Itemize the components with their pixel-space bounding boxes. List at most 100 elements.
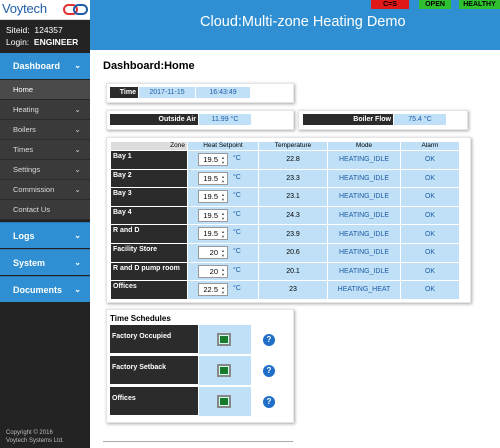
setpoint-stepper[interactable]: 22.5 ▲ ▼ (198, 283, 228, 297)
status-badge-ces[interactable]: C=S (371, 0, 409, 9)
schedule-toggle-factory-occupied[interactable] (217, 333, 231, 346)
setpoint-unit: °C (233, 173, 241, 181)
help-icon[interactable]: ? (263, 365, 275, 377)
sidebar-item-home[interactable]: Home (0, 80, 90, 100)
setpoint-cell: 19.5 ▲ ▼ °C (188, 169, 258, 188)
nav-system[interactable]: System ⌄ (0, 249, 90, 275)
temperature-value: 22.8 (259, 151, 327, 169)
setpoint-value: 19.5 (203, 229, 218, 239)
alarm-value: OK (401, 281, 459, 299)
sidebar-item-label: Heating (13, 105, 39, 114)
schedule-toggle-factory-setback[interactable] (217, 364, 231, 377)
mode-value: HEATING_HEAT (328, 281, 400, 299)
nav-dashboard[interactable]: Dashboard ⌄ (0, 53, 90, 79)
schedule-label-offices: Offices (110, 387, 198, 415)
setpoint-stepper[interactable]: 20 ▲ ▼ (198, 245, 228, 259)
schedule-toggle-offices[interactable] (217, 395, 231, 408)
stepper-arrows-icon[interactable]: ▲ ▼ (220, 211, 226, 221)
stepper-arrows-icon[interactable]: ▲ ▼ (220, 155, 226, 165)
stepper-arrows-icon[interactable]: ▲ ▼ (220, 229, 226, 239)
setpoint-stepper[interactable]: 19.5 ▲ ▼ (198, 171, 228, 185)
temperature-value: 24.3 (259, 206, 327, 225)
stepper-arrows-icon[interactable]: ▲ ▼ (220, 174, 226, 184)
sidebar-item-boilers[interactable]: Boilers ⌄ (0, 120, 90, 140)
sidebar-item-commission[interactable]: Commission ⌄ (0, 180, 90, 200)
chevron-down-icon: ⌄ (74, 258, 81, 267)
header-setpoint: Heat Setpoint (188, 142, 258, 150)
site-info: Siteid: 124357 Login: ENGINEER (0, 20, 90, 48)
stepper-arrows-icon[interactable]: ▲ ▼ (220, 248, 226, 258)
chevron-down-icon: ⌄ (74, 231, 81, 240)
schedule-toggle-cell (199, 325, 251, 354)
chevron-down-icon: ⌄ (74, 61, 81, 70)
schedule-label-factory-occupied: Factory Occupied (110, 325, 198, 353)
temperature-value: 23.3 (259, 169, 327, 188)
nav-dashboard-label: Dashboard (13, 61, 61, 71)
setpoint-stepper[interactable]: 19.5 ▲ ▼ (198, 227, 228, 241)
stepper-arrows-icon[interactable]: ▲ ▼ (220, 267, 226, 277)
setpoint-stepper[interactable]: 20 ▲ ▼ (198, 264, 228, 278)
mode-value: HEATING_IDLE (328, 188, 400, 206)
outside-air-label: Outside Air (110, 114, 198, 125)
setpoint-value: 22.5 (203, 285, 218, 295)
sidebar-item-label: Times (13, 145, 34, 154)
status-badge-healthy[interactable]: HEALTHY (459, 0, 500, 9)
time-value: 16:43:49 (196, 87, 250, 98)
stepper-arrows-icon[interactable]: ▲ ▼ (220, 285, 226, 295)
outside-air-value: 11.99 °C (199, 114, 251, 125)
header-mode: Mode (328, 142, 400, 150)
table-row: Bay 4 19.5 ▲ ▼ °C 24.3 HEATING_IDLE OK (111, 206, 459, 225)
temperature-value: 20.6 (259, 243, 327, 262)
date-value: 2017-11-15 (139, 87, 195, 98)
chevron-down-icon: ⌄ (74, 165, 81, 174)
setpoint-unit: °C (233, 210, 241, 218)
mode-value: HEATING_IDLE (328, 169, 400, 188)
schedules-title: Time Schedules (110, 314, 171, 323)
nav-documents-label: Documents (13, 285, 63, 295)
temperature-value: 23.9 (259, 225, 327, 243)
logo[interactable]: Voytech (0, 0, 90, 20)
temperature-value: 23.1 (259, 188, 327, 206)
status-badge-open[interactable]: OPEN (419, 0, 451, 9)
setpoint-cell: 20 ▲ ▼ °C (188, 243, 258, 262)
stepper-arrows-icon[interactable]: ▲ ▼ (220, 192, 226, 202)
header-alarm: Alarm (401, 142, 459, 150)
help-icon[interactable]: ? (263, 396, 275, 408)
setpoint-stepper[interactable]: 19.5 ▲ ▼ (198, 208, 228, 222)
mode-value: HEATING_IDLE (328, 225, 400, 243)
login-label: Login: (6, 37, 30, 47)
table-row: Bay 1 19.5 ▲ ▼ °C 22.8 HEATING_IDLE OK (111, 151, 459, 169)
alarm-value: OK (401, 262, 459, 281)
schedule-toggle-cell (199, 387, 251, 416)
boiler-flow-value: 75.4 °C (394, 114, 446, 125)
setpoint-stepper[interactable]: 19.5 ▲ ▼ (198, 153, 228, 166)
table-row: Bay 2 19.5 ▲ ▼ °C 23.3 HEATING_IDLE OK (111, 169, 459, 188)
chevron-down-icon: ⌄ (74, 185, 81, 194)
nav-logs-label: Logs (13, 231, 35, 241)
zone-name: R and D pump room (111, 262, 187, 281)
site-id: 124357 (34, 25, 63, 35)
zone-name: Facility Store (111, 243, 187, 262)
schedule-label-factory-setback: Factory Setback (110, 356, 198, 384)
header-zone: Zone (111, 142, 187, 150)
copyright-line1: Copyright © 2016 (6, 430, 53, 436)
sidebar-item-settings[interactable]: Settings ⌄ (0, 160, 90, 180)
zone-name: Offices (111, 281, 187, 299)
setpoint-unit: °C (233, 192, 241, 200)
app-root: Voytech Siteid: 124357 Login: ENGINEER D… (0, 0, 500, 448)
zone-name: Bay 1 (111, 151, 187, 169)
sidebar-item-contact-us[interactable]: Contact Us (0, 200, 90, 220)
setpoint-cell: 19.5 ▲ ▼ °C (188, 188, 258, 206)
nav-documents[interactable]: Documents ⌄ (0, 276, 90, 302)
alarm-value: OK (401, 206, 459, 225)
setpoint-cell: 19.5 ▲ ▼ °C (188, 206, 258, 225)
nav-logs[interactable]: Logs ⌄ (0, 222, 90, 248)
sidebar-item-heating[interactable]: Heating ⌄ (0, 100, 90, 120)
alarm-value: OK (401, 188, 459, 206)
setpoint-stepper[interactable]: 19.5 ▲ ▼ (198, 190, 228, 204)
help-icon[interactable]: ? (263, 334, 275, 346)
zone-name: R and D (111, 225, 187, 243)
sidebar-item-times[interactable]: Times ⌄ (0, 140, 90, 160)
zones-header-row: Zone Heat Setpoint Temperature Mode Alar… (111, 142, 459, 150)
mode-value: HEATING_IDLE (328, 262, 400, 281)
